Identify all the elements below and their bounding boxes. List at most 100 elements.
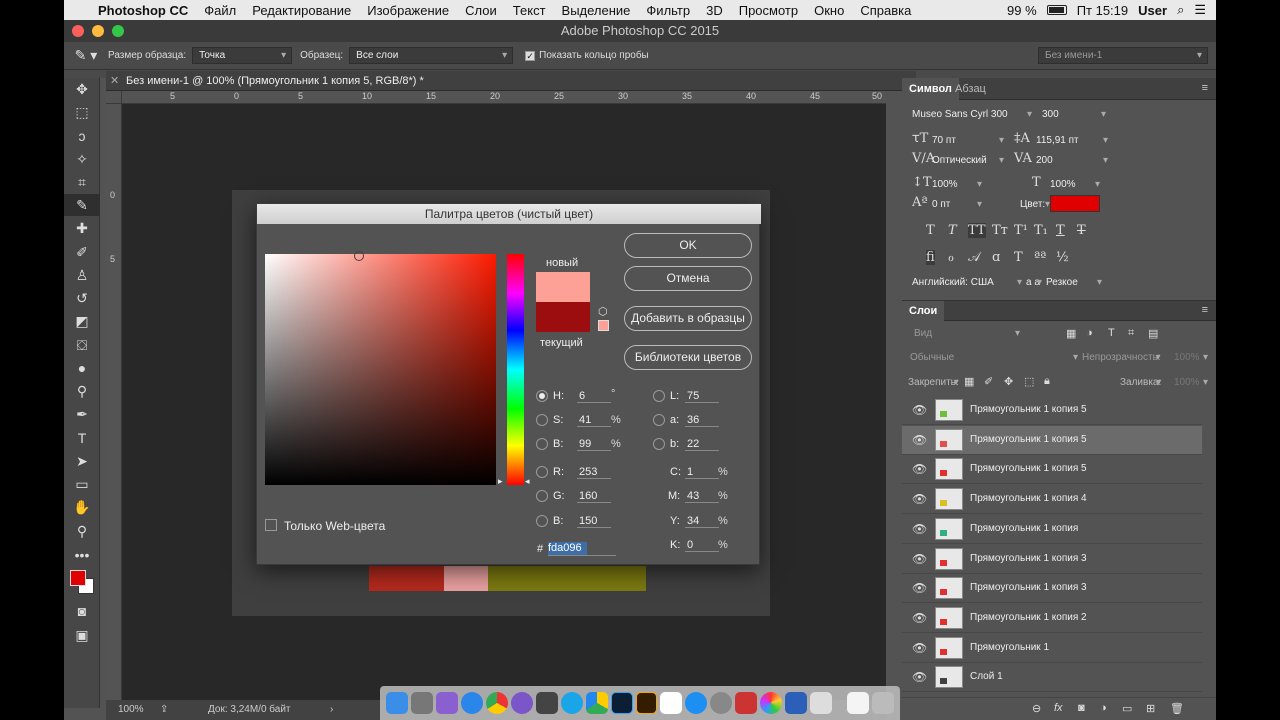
lock-paint-icon[interactable]: ✐ bbox=[984, 375, 993, 388]
ordinals-icon[interactable]: ªª bbox=[1034, 250, 1046, 265]
hex-field[interactable]: fda096 bbox=[548, 542, 616, 556]
layer-thumbnail[interactable] bbox=[935, 399, 963, 421]
brightness-field[interactable]: 99 bbox=[577, 438, 611, 451]
eye-icon[interactable]: 👁︎ bbox=[912, 433, 927, 447]
app-store-icon[interactable] bbox=[685, 692, 708, 714]
lock-transparent-icon[interactable]: ▦ bbox=[964, 375, 974, 388]
rectangle-tool-icon[interactable]: ▭ bbox=[64, 473, 100, 495]
fractions-icon[interactable]: ½ bbox=[1056, 250, 1069, 265]
layers-panel-menu-icon[interactable]: ≡ bbox=[1202, 304, 1208, 316]
zoom-tool-icon[interactable]: ⚲ bbox=[64, 520, 100, 542]
horizontal-ruler[interactable]: 5 0 5 10 15 20 25 30 35 40 45 50 bbox=[122, 91, 886, 104]
layer-row[interactable]: 👁︎ Прямоугольник 1 копия 5 bbox=[902, 396, 1202, 425]
superscript-icon[interactable]: T¹ bbox=[1014, 223, 1028, 238]
new-layer-icon[interactable]: ⊞ bbox=[1146, 702, 1155, 715]
yellow-field[interactable]: 34 bbox=[685, 515, 719, 528]
layer-row[interactable]: 👁︎ Слой 1 bbox=[902, 663, 1202, 693]
eraser-tool-icon[interactable]: ◩ bbox=[64, 310, 100, 332]
share-icon[interactable]: ⇪ bbox=[160, 700, 168, 720]
trash-icon[interactable] bbox=[872, 692, 895, 714]
hue-radio[interactable] bbox=[536, 390, 548, 402]
paint-bucket-tool-icon[interactable]: ⛋ bbox=[64, 334, 100, 356]
zoom-level[interactable]: 100% bbox=[118, 700, 144, 720]
black-field[interactable]: 0 bbox=[685, 539, 719, 552]
blue-field[interactable]: 150 bbox=[577, 515, 611, 528]
layer-name[interactable]: Прямоугольник 1 копия 5 bbox=[970, 404, 1087, 415]
filter-pixel-icon[interactable]: ▦ bbox=[1066, 327, 1076, 340]
illustrator-icon[interactable] bbox=[635, 692, 658, 714]
layer-thumbnail[interactable] bbox=[935, 428, 963, 451]
layer-row[interactable]: 👁︎ Прямоугольник 1 копия bbox=[902, 515, 1202, 544]
feather-app-icon[interactable] bbox=[435, 692, 458, 714]
add-to-swatches-button[interactable]: Добавить в образцы bbox=[624, 306, 752, 331]
safari-icon[interactable] bbox=[460, 692, 483, 714]
spotlight-icon[interactable]: ⌕ bbox=[1177, 2, 1184, 18]
clone-stamp-tool-icon[interactable]: ♙ bbox=[64, 264, 100, 286]
viber-icon[interactable] bbox=[510, 692, 533, 714]
hue-field[interactable]: 6 bbox=[577, 390, 611, 403]
skype-icon[interactable] bbox=[560, 692, 583, 714]
new-group-icon[interactable]: ▭ bbox=[1122, 702, 1132, 715]
lab-a-radio[interactable] bbox=[653, 414, 665, 426]
eye-icon[interactable]: 👁︎ bbox=[912, 492, 927, 506]
color-sample-ring[interactable] bbox=[354, 251, 364, 261]
opacity-field[interactable]: 100% bbox=[1174, 349, 1208, 366]
close-tab-icon[interactable]: ✕ bbox=[110, 71, 119, 91]
vertical-ruler[interactable]: 0 5 bbox=[106, 104, 122, 700]
document-icon[interactable] bbox=[847, 692, 870, 714]
layer-row[interactable]: 👁︎ Прямоугольник 1 копия 4 bbox=[902, 485, 1202, 515]
menu-view[interactable]: Просмотр bbox=[731, 3, 806, 18]
screen-mode-icon[interactable]: ▣ bbox=[64, 624, 100, 646]
close-window-button[interactable] bbox=[72, 25, 84, 37]
filter-smart-object-icon[interactable]: ▤ bbox=[1148, 327, 1158, 340]
layer-thumbnail[interactable] bbox=[935, 458, 963, 481]
hue-slider[interactable] bbox=[507, 254, 524, 485]
hue-slider-arrow-left[interactable]: ▸ bbox=[498, 476, 503, 487]
photo-booth-icon[interactable] bbox=[735, 692, 758, 714]
gamut-cube-icon[interactable]: ⬡ bbox=[598, 305, 608, 318]
swash-icon[interactable]: 𝒜 bbox=[968, 250, 980, 265]
layer-name[interactable]: Прямоугольник 1 копия 3 bbox=[970, 553, 1087, 564]
layer-name[interactable]: Прямоугольник 1 копия 4 bbox=[970, 493, 1087, 504]
calendar-icon[interactable] bbox=[660, 692, 683, 714]
strikethrough-icon[interactable]: T bbox=[1077, 223, 1086, 238]
eye-icon[interactable]: 👁︎ bbox=[912, 552, 927, 566]
hand-tool-icon[interactable]: ✋ bbox=[64, 496, 100, 518]
chrome-icon[interactable] bbox=[485, 692, 508, 714]
layer-style-icon[interactable]: fx bbox=[1054, 702, 1063, 714]
lab-b-field[interactable]: 22 bbox=[685, 438, 719, 451]
foreground-color-swatch[interactable] bbox=[70, 570, 86, 586]
menu-3d[interactable]: 3D bbox=[698, 3, 731, 18]
tab-layers[interactable]: Слои bbox=[902, 301, 945, 321]
blur-tool-icon[interactable]: ● bbox=[64, 357, 100, 379]
kerning-select[interactable]: Оптический bbox=[932, 152, 1004, 169]
history-brush-tool-icon[interactable]: ↺ bbox=[64, 287, 100, 309]
subscript-icon[interactable]: T₁ bbox=[1034, 223, 1048, 238]
lab-l-radio[interactable] bbox=[653, 390, 665, 402]
layer-name[interactable]: Прямоугольник 1 bbox=[970, 642, 1049, 653]
sample-select[interactable]: Все слои bbox=[349, 47, 514, 64]
language-select[interactable]: Английский: США bbox=[912, 274, 1022, 291]
adjustment-layer-icon[interactable]: ◑ bbox=[1100, 702, 1107, 714]
layer-row[interactable]: 👁︎ Прямоугольник 1 копия 5 bbox=[902, 455, 1202, 485]
eye-icon[interactable]: 👁︎ bbox=[912, 522, 927, 536]
web-colors-only-checkbox[interactable] bbox=[265, 519, 277, 531]
layer-thumbnail[interactable] bbox=[935, 666, 963, 689]
system-preferences-icon[interactable] bbox=[710, 692, 733, 714]
saturation-field[interactable]: 41 bbox=[577, 414, 611, 427]
dodge-tool-icon[interactable]: ⚲ bbox=[64, 380, 100, 402]
fill-field[interactable]: 100% bbox=[1174, 374, 1208, 391]
marquee-tool-icon[interactable]: ⬚ bbox=[64, 101, 100, 123]
quick-mask-icon[interactable]: ◙ bbox=[64, 600, 100, 622]
menu-select[interactable]: Выделение bbox=[554, 3, 639, 18]
eyedropper-tool-icon[interactable]: ✎ bbox=[64, 194, 100, 216]
status-arrow-icon[interactable]: › bbox=[330, 700, 333, 720]
layer-name[interactable]: Прямоугольник 1 копия 5 bbox=[970, 434, 1087, 445]
document-tab[interactable]: ✕ Без имени-1 @ 100% (Прямоугольник 1 ко… bbox=[106, 71, 916, 91]
add-mask-icon[interactable]: ◙ bbox=[1078, 702, 1085, 714]
green-field[interactable]: 160 bbox=[577, 490, 611, 503]
crop-tool-icon[interactable]: ⌗ bbox=[64, 171, 100, 193]
menu-file[interactable]: Файл bbox=[196, 3, 244, 18]
notifications-icon[interactable]: ☰ bbox=[1194, 2, 1206, 18]
faux-bold-icon[interactable]: T bbox=[926, 223, 935, 238]
